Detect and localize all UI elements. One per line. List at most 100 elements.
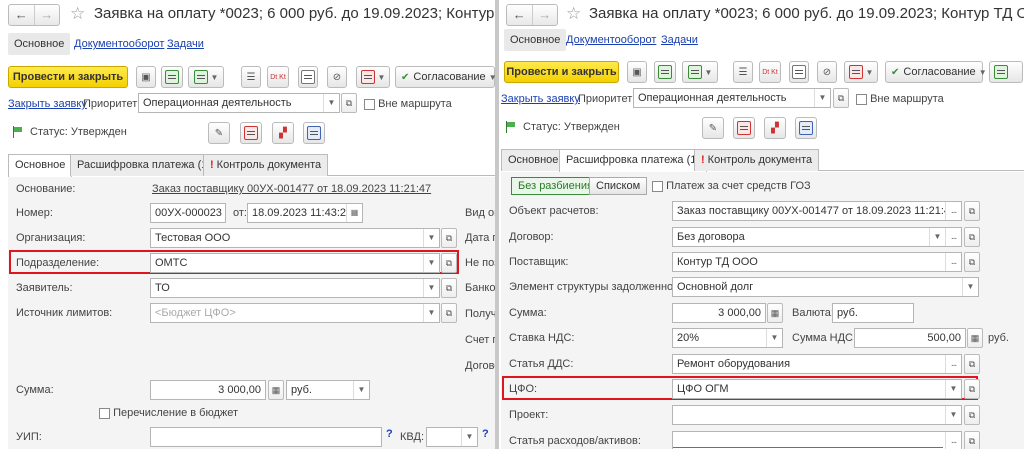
- nav-buttons[interactable]: ← →: [506, 4, 558, 26]
- close-request-link[interactable]: Закрыть заявку: [8, 96, 87, 112]
- currency-field[interactable]: руб. ▼: [286, 380, 370, 400]
- chevron-down-icon[interactable]: ▼: [814, 89, 830, 107]
- checkbox-icon[interactable]: [364, 98, 375, 110]
- settlement-object-field[interactable]: Заказ поставщику 00УХ-001477 от 18.09.20…: [672, 201, 962, 221]
- ellipsis-icon[interactable]: ...: [945, 355, 961, 373]
- approval-button[interactable]: ✔ Согласование ▼: [395, 66, 495, 88]
- history-button[interactable]: [795, 117, 817, 139]
- amount-field[interactable]: 3 000,00: [150, 380, 266, 400]
- chevron-down-icon[interactable]: ▼: [461, 428, 477, 446]
- chevron-down-icon[interactable]: ▼: [423, 229, 439, 247]
- dt-kt-button[interactable]: Dt Kt: [759, 61, 781, 83]
- checkbox-icon[interactable]: [99, 407, 110, 419]
- forward-arrow-icon[interactable]: →: [531, 5, 558, 25]
- dt-kt-button[interactable]: Dt Kt: [267, 66, 289, 88]
- budget-transfer-checkbox[interactable]: Перечисление в бюджет: [99, 405, 238, 421]
- back-arrow-icon[interactable]: ←: [9, 5, 34, 25]
- related-button[interactable]: ▞: [764, 117, 786, 139]
- debt-element-field[interactable]: Основной долг ▼: [672, 277, 979, 297]
- ellipsis-icon[interactable]: ...: [945, 228, 961, 246]
- off-route-checkbox[interactable]: Вне маршрута: [856, 91, 944, 107]
- tab-tasks[interactable]: Задачи: [661, 29, 698, 51]
- forward-arrow-icon[interactable]: →: [33, 5, 60, 25]
- date-field[interactable]: 18.09.2023 11:43:27 ▦: [247, 203, 363, 223]
- project-field[interactable]: ▼: [672, 405, 962, 425]
- open-icon[interactable]: ⧉: [964, 354, 980, 374]
- chevron-down-icon[interactable]: ▼: [929, 228, 945, 246]
- related-button[interactable]: ▞: [272, 122, 294, 144]
- open-icon[interactable]: ⧉: [341, 93, 357, 113]
- open-icon[interactable]: ⧉: [441, 228, 457, 248]
- open-icon[interactable]: ⧉: [833, 88, 849, 108]
- attach-button[interactable]: ⊘: [817, 61, 837, 83]
- view-toggle-list[interactable]: Списком: [589, 177, 648, 195]
- open-icon[interactable]: ⧉: [964, 227, 980, 247]
- help-icon[interactable]: ?: [386, 428, 393, 440]
- doc-tab-control[interactable]: ! Контроль документа: [203, 154, 329, 176]
- tab-docflow[interactable]: Документооборот: [566, 29, 656, 51]
- goz-checkbox[interactable]: Платеж за счет средств ГОЗ: [652, 178, 811, 194]
- tab-docflow[interactable]: Документооборот: [74, 33, 164, 55]
- organization-field[interactable]: Тестовая ООО ▼: [150, 228, 440, 248]
- history-button[interactable]: [303, 122, 325, 144]
- chevron-down-icon[interactable]: ▼: [945, 380, 961, 398]
- post-and-close-button[interactable]: Провести и закрыть: [504, 61, 619, 83]
- doc-tab-main[interactable]: Основное: [501, 149, 566, 171]
- open-icon[interactable]: ⧉: [964, 431, 980, 449]
- chevron-down-icon[interactable]: ▼: [766, 329, 782, 347]
- calculator-icon[interactable]: ▦: [967, 328, 983, 348]
- chevron-down-icon[interactable]: ▼: [323, 94, 339, 112]
- open-icon[interactable]: ⧉: [441, 278, 457, 298]
- report-button[interactable]: ☰: [241, 66, 261, 88]
- amount-field[interactable]: 3 000,00: [672, 303, 766, 323]
- tab-main[interactable]: Основное: [504, 29, 567, 51]
- edit-button[interactable]: ✎: [208, 122, 230, 144]
- calendar-icon[interactable]: ▦: [346, 204, 362, 222]
- division-field[interactable]: ОМТС ▼: [150, 253, 440, 273]
- back-arrow-icon[interactable]: ←: [507, 5, 532, 25]
- post-and-close-button[interactable]: Провести и закрыть: [8, 66, 128, 88]
- route-button[interactable]: [240, 122, 262, 144]
- calculator-icon[interactable]: ▦: [767, 303, 783, 323]
- applicant-field[interactable]: ТО ▼: [150, 278, 440, 298]
- limit-source-field[interactable]: <Бюджет ЦФО> ▼: [150, 303, 440, 323]
- off-route-checkbox[interactable]: Вне маршрута: [364, 96, 452, 112]
- uip-field[interactable]: [150, 427, 382, 447]
- chevron-down-icon[interactable]: ▼: [423, 304, 439, 322]
- calculator-icon[interactable]: ▦: [268, 380, 284, 400]
- kvd-field[interactable]: ▼: [426, 427, 478, 447]
- doc-tab-main[interactable]: Основное: [8, 154, 73, 177]
- post-button[interactable]: [654, 61, 676, 83]
- edit-button[interactable]: ✎: [702, 117, 724, 139]
- print-button[interactable]: ▼: [356, 66, 390, 88]
- chevron-down-icon[interactable]: ▼: [423, 279, 439, 297]
- open-icon[interactable]: ⧉: [964, 201, 980, 221]
- post-button[interactable]: [161, 66, 183, 88]
- print-button[interactable]: ▼: [844, 61, 878, 83]
- priority-select[interactable]: Операционная деятельность ▼: [633, 88, 831, 108]
- checkbox-icon[interactable]: [652, 180, 663, 192]
- ellipsis-icon[interactable]: ...: [945, 202, 961, 220]
- close-request-link[interactable]: Закрыть заявку: [501, 91, 580, 107]
- structure-button[interactable]: [298, 66, 318, 88]
- currency-field[interactable]: руб.: [832, 303, 914, 323]
- doc-tab-payment-breakdown[interactable]: Расшифровка платежа (1): [559, 149, 708, 172]
- chevron-down-icon[interactable]: ▼: [423, 254, 439, 272]
- doc-tab-control[interactable]: ! Контроль документа: [694, 149, 820, 171]
- open-icon[interactable]: ⧉: [964, 252, 980, 272]
- favorite-star-icon[interactable]: ☆: [566, 4, 581, 24]
- chevron-down-icon[interactable]: ▼: [353, 381, 369, 399]
- vat-rate-field[interactable]: 20% ▼: [672, 328, 783, 348]
- favorite-star-icon[interactable]: ☆: [70, 4, 85, 24]
- open-icon[interactable]: ⧉: [441, 303, 457, 323]
- chevron-down-icon[interactable]: ▼: [962, 278, 978, 296]
- supplier-field[interactable]: Контур ТД ООО...: [672, 252, 962, 272]
- tab-main[interactable]: Основное: [8, 33, 71, 55]
- create-based-button[interactable]: ▼: [188, 66, 224, 88]
- contract-field[interactable]: Без договора ▼...: [672, 227, 962, 247]
- report-button[interactable]: ☰: [733, 61, 753, 83]
- help-icon[interactable]: ?: [482, 428, 489, 440]
- approval-button[interactable]: ✔ Согласование ▼: [885, 61, 987, 83]
- view-toggle-no-split[interactable]: Без разбиения: [511, 177, 600, 195]
- open-icon[interactable]: ⧉: [964, 379, 980, 399]
